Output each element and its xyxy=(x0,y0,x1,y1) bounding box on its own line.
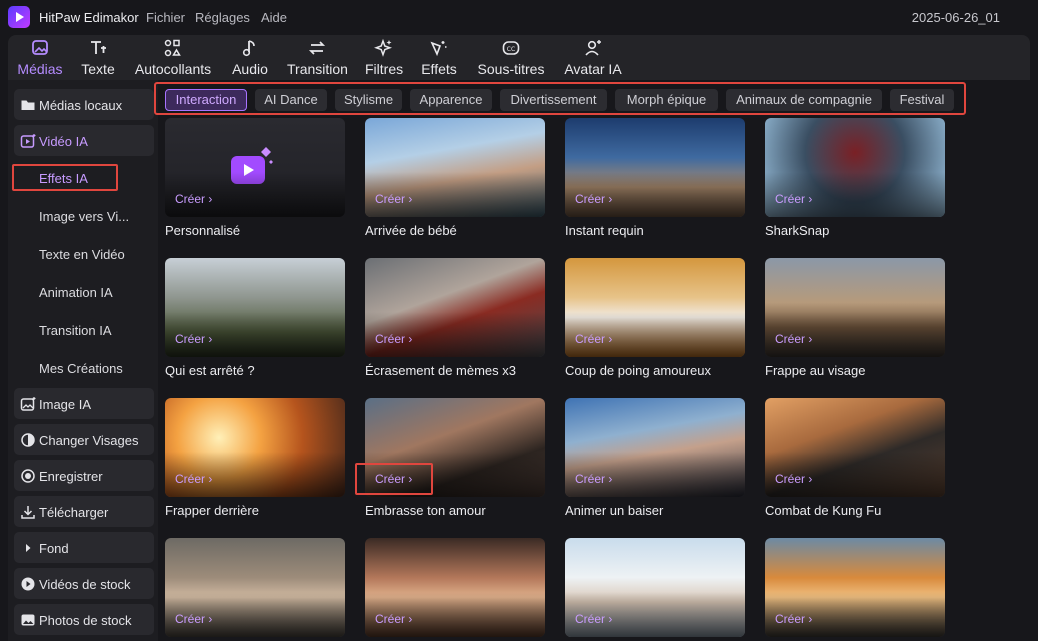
sidebar-item-medias-locaux[interactable]: Médias locaux xyxy=(14,89,154,120)
effect-card-sharksnap[interactable]: Créer › xyxy=(765,118,945,217)
download-icon xyxy=(21,506,35,519)
create-link[interactable]: Créer › xyxy=(375,192,412,206)
tool-audio[interactable]: Audio xyxy=(230,35,270,80)
audio-note-icon xyxy=(230,38,270,60)
stock-photo-icon xyxy=(21,614,35,626)
sidebar-subitem-mes-creations[interactable]: Mes Créations xyxy=(39,361,123,376)
transition-arrows-icon xyxy=(287,38,347,60)
annotation-highlight-create xyxy=(355,463,433,495)
effect-title: Personnalisé xyxy=(165,223,241,238)
sidebar-item-fond[interactable]: Fond xyxy=(14,532,154,563)
effect-card-coup-de-poing-amoureux[interactable]: Créer › xyxy=(565,258,745,357)
effect-card-instant-requin[interactable]: Créer › xyxy=(565,118,745,217)
create-link[interactable]: Créer › xyxy=(175,192,212,206)
sidebar-item-image-ia[interactable]: Image IA xyxy=(14,388,154,419)
effect-title: Qui est arrêté ? xyxy=(165,363,255,378)
record-icon xyxy=(21,469,35,483)
effect-card-frapper-derriere[interactable]: Créer › xyxy=(165,398,345,497)
create-link[interactable]: Créer › xyxy=(575,192,612,206)
effect-title: Instant requin xyxy=(565,223,644,238)
sidebar-subitem-transition-ia[interactable]: Transition IA xyxy=(39,323,112,338)
app-logo-icon xyxy=(8,6,30,28)
tool-texte[interactable]: Texte xyxy=(80,35,116,80)
stock-video-icon xyxy=(21,577,35,591)
effect-card-qui-est-arrete[interactable]: Créer › xyxy=(165,258,345,357)
create-link[interactable]: Créer › xyxy=(775,192,812,206)
annotation-highlight-effets-ia xyxy=(12,164,118,191)
tool-effets[interactable]: Effets xyxy=(421,35,457,80)
face-swap-icon xyxy=(21,433,35,447)
create-link[interactable]: Créer › xyxy=(175,472,212,486)
project-name: 2025-06-26_01 xyxy=(911,10,1000,25)
magic-wand-icon xyxy=(421,38,457,60)
create-link[interactable]: Créer › xyxy=(775,612,812,626)
subtitles-cc-icon: CC xyxy=(476,38,546,60)
svg-text:CC: CC xyxy=(507,46,515,53)
effect-title: SharkSnap xyxy=(765,223,830,238)
menu-aide[interactable]: Aide xyxy=(261,10,287,25)
folder-icon xyxy=(21,100,35,110)
sidebar-item-changer-visages[interactable]: Changer Visages xyxy=(14,424,154,455)
annotation-highlight-tabs xyxy=(154,82,966,115)
stickers-icon xyxy=(134,38,212,60)
sidebar-item-videos-de-stock[interactable]: Vidéos de stock xyxy=(14,568,154,599)
create-link[interactable]: Créer › xyxy=(575,612,612,626)
sidebar-item-telecharger[interactable]: Télécharger xyxy=(14,496,154,527)
create-link[interactable]: Créer › xyxy=(175,612,212,626)
effect-card-row4-2[interactable]: Créer › xyxy=(365,538,545,637)
effect-card-animer-un-baiser[interactable]: Créer › xyxy=(565,398,745,497)
ai-image-icon xyxy=(20,397,36,411)
effect-title: Frapper derrière xyxy=(165,503,259,518)
tool-medias[interactable]: Médias xyxy=(17,35,63,80)
create-link[interactable]: Créer › xyxy=(575,332,612,346)
effect-card-row4-3[interactable]: Créer › xyxy=(565,538,745,637)
effect-card-ecrasement-de-memes[interactable]: Créer › xyxy=(365,258,545,357)
effect-title: Combat de Kung Fu xyxy=(765,503,882,518)
effect-title: Animer un baiser xyxy=(565,503,664,518)
sidebar-subitem-texte-en-video[interactable]: Texte en Vidéo xyxy=(39,247,125,262)
effect-card-row4-1[interactable]: Créer › xyxy=(165,538,345,637)
sidebar-item-video-ia[interactable]: Vidéo IA xyxy=(14,125,154,156)
sidebar-item-photos-de-stock[interactable]: Photos de stock xyxy=(14,604,154,635)
effect-title: Frappe au visage xyxy=(765,363,866,378)
tool-avatar-ia[interactable]: Avatar IA xyxy=(563,35,623,80)
effect-card-row4-4[interactable]: Créer › xyxy=(765,538,945,637)
create-link[interactable]: Créer › xyxy=(375,332,412,346)
effect-card-frappe-au-visage[interactable]: Créer › xyxy=(765,258,945,357)
create-link[interactable]: Créer › xyxy=(175,332,212,346)
effect-card-personnalise[interactable]: Créer › xyxy=(165,118,345,217)
app-name: HitPaw Edimakor xyxy=(39,10,139,25)
sidebar-item-enregistrer[interactable]: Enregistrer xyxy=(14,460,154,491)
text-icon xyxy=(80,38,116,60)
tool-transition[interactable]: Transition xyxy=(287,35,348,80)
menu-reglages[interactable]: Réglages xyxy=(195,10,250,25)
sidebar-subitem-animation-ia[interactable]: Animation IA xyxy=(39,285,113,300)
main-toolbar: Médias Texte Autocollants Audio Transiti… xyxy=(8,35,1030,80)
avatar-icon xyxy=(563,38,623,60)
effect-title: Arrivée de bébé xyxy=(365,223,457,238)
chevron-right-icon xyxy=(26,544,31,552)
effect-title: Coup de poing amoureux xyxy=(565,363,711,378)
tool-autocollants[interactable]: Autocollants xyxy=(134,35,212,80)
effect-card-combat-de-kung-fu[interactable]: Créer › xyxy=(765,398,945,497)
menu-fichier[interactable]: Fichier xyxy=(146,10,185,25)
create-link[interactable]: Créer › xyxy=(375,612,412,626)
create-link[interactable]: Créer › xyxy=(775,332,812,346)
create-link[interactable]: Créer › xyxy=(775,472,812,486)
title-bar: HitPaw Edimakor Fichier Réglages Aide 20… xyxy=(0,0,1038,35)
ai-video-icon xyxy=(20,134,36,148)
effect-title: Écrasement de mèmes x3 xyxy=(365,363,517,378)
sidebar-subitem-image-vers-video[interactable]: Image vers Vi... xyxy=(39,209,129,224)
effect-card-arrivee-de-bebe[interactable]: Créer › xyxy=(365,118,545,217)
media-icon xyxy=(17,38,63,60)
tool-sous-titres[interactable]: CC Sous-titres xyxy=(476,35,546,80)
sparkle-filter-icon xyxy=(365,38,403,60)
effect-title: Embrasse ton amour xyxy=(365,503,486,518)
create-link[interactable]: Créer › xyxy=(575,472,612,486)
tool-filtres[interactable]: Filtres xyxy=(365,35,403,80)
